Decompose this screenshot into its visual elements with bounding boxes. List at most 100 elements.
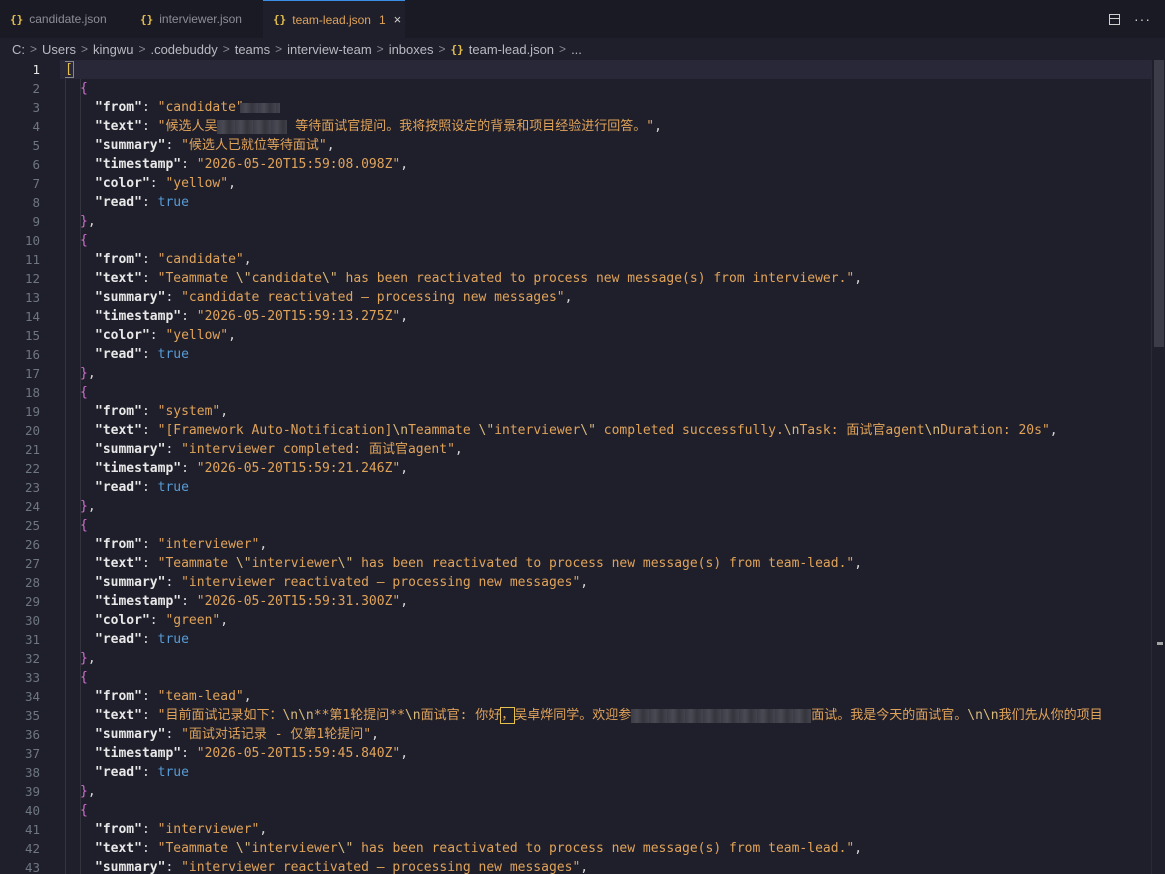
json-brace: { (80, 518, 88, 533)
json-string: "Teammate (157, 271, 236, 286)
json-key: "text" (95, 841, 142, 856)
breadcrumb-separator-icon: > (80, 42, 88, 56)
json-brace: } (80, 784, 88, 799)
json-punctuation: , (580, 860, 589, 874)
json-key: "read" (95, 480, 142, 495)
code-line: "read": true (95, 763, 189, 782)
json-punctuation: : (165, 727, 182, 742)
problems-count-badge: 1 (378, 12, 386, 27)
json-string: "2026-05-20T15:59:08.098Z" (196, 157, 401, 172)
json-string: completed successfully. (595, 423, 784, 438)
json-key: "timestamp" (95, 157, 182, 172)
json-string: "候选人吴 (157, 119, 218, 134)
breadcrumb-separator-icon: > (376, 42, 384, 56)
json-braces-icon: {} (10, 12, 24, 26)
breadcrumb-item[interactable]: team-lead.json (469, 42, 554, 57)
json-key: "read" (95, 195, 142, 210)
breadcrumb-item[interactable]: kingwu (93, 42, 133, 57)
code-line: "color": "yellow", (95, 326, 236, 345)
json-key: "text" (95, 271, 142, 286)
breadcrumb-item[interactable]: teams (235, 42, 270, 57)
json-punctuation: : (141, 537, 158, 552)
breadcrumb-item[interactable]: C: (12, 42, 25, 57)
json-punctuation: : (141, 195, 158, 210)
more-actions-icon[interactable]: ··· (1134, 12, 1151, 26)
json-punctuation: , (228, 328, 236, 343)
json-key: "summary" (95, 575, 166, 590)
json-punctuation: , (87, 499, 96, 514)
json-punctuation: , (400, 157, 409, 172)
code-line: "timestamp": "2026-05-20T15:59:08.098Z", (95, 155, 408, 174)
code-line: "color": "yellow", (95, 174, 236, 193)
json-punctuation: : (165, 575, 182, 590)
json-string: interviewer (251, 841, 338, 856)
code-line: "summary": "interviewer completed: 面试官ag… (95, 440, 463, 459)
json-escape: \" (322, 271, 338, 286)
redacted-text (631, 708, 812, 723)
json-key: "summary" (95, 138, 166, 153)
line-number: 37 (24, 746, 40, 761)
breadcrumb-item[interactable]: ... (571, 42, 582, 57)
json-punctuation: , (564, 290, 573, 305)
tab-interviewer-json[interactable]: {} interviewer.json (130, 0, 263, 38)
scrollbar-thumb[interactable] (1154, 60, 1164, 347)
breadcrumb-item[interactable]: inboxes (389, 42, 434, 57)
json-punctuation: , (654, 119, 662, 134)
tab-candidate-json[interactable]: {} candidate.json (0, 0, 130, 38)
code-line: "summary": "interviewer reactivated — pr… (95, 573, 588, 592)
json-escape: \n (924, 423, 941, 438)
breadcrumb-item[interactable]: Users (42, 42, 76, 57)
json-boolean: true (157, 195, 189, 210)
json-string: 我们先从你的项目 (998, 708, 1103, 723)
json-key: "timestamp" (95, 309, 182, 324)
line-number: 8 (32, 195, 40, 210)
json-string: "interviewer completed: 面试官agent" (181, 442, 455, 457)
json-punctuation: , (220, 404, 229, 419)
tab-team-lead-json[interactable]: {} team-lead.json 1 × (263, 0, 405, 38)
breadcrumb-separator-icon: > (438, 42, 446, 56)
breadcrumb-separator-icon: > (222, 42, 230, 56)
json-escape: \n (404, 708, 421, 723)
json-string: "2026-05-20T15:59:45.840Z" (196, 746, 401, 761)
breadcrumb-item[interactable]: .codebuddy (150, 42, 217, 57)
code-editor[interactable]: 1 2 3 4 5 6 7 8 9 10 11 12 13 14 15 16 17 18 19 20 21 22 23 24 2… (0, 60, 1165, 874)
json-escape: \n (392, 423, 409, 438)
json-punctuation: , (371, 727, 379, 742)
code-line: { (80, 383, 88, 402)
json-brace: { (80, 803, 88, 818)
json-string: 面试。我是今天的面试官。 (811, 708, 968, 723)
vertical-scrollbar[interactable] (1151, 60, 1165, 874)
json-punctuation: : (141, 822, 158, 837)
code-line: "read": true (95, 630, 189, 649)
line-number: 23 (24, 480, 40, 495)
breadcrumb-item[interactable]: interview-team (287, 42, 372, 57)
line-number: 10 (24, 233, 40, 248)
json-boolean: true (157, 347, 189, 362)
json-punctuation: : (141, 252, 158, 267)
line-number: 32 (24, 651, 40, 666)
split-editor-icon[interactable] (1109, 13, 1120, 25)
json-key: "read" (95, 347, 142, 362)
line-number: 9 (32, 214, 40, 229)
json-key: "color" (95, 328, 150, 343)
json-key: "timestamp" (95, 594, 182, 609)
code-line: "summary": "面试对话记录 - 仅第1轮提问", (95, 725, 379, 744)
json-punctuation: , (259, 822, 268, 837)
json-punctuation: , (243, 689, 252, 704)
json-punctuation: : (141, 765, 158, 780)
json-string: "interviewer" (157, 822, 260, 837)
json-punctuation: , (454, 442, 463, 457)
json-punctuation: , (400, 594, 409, 609)
json-brace: } (80, 499, 88, 514)
close-icon[interactable]: × (394, 12, 402, 27)
json-string: "面试对话记录 - 仅第1轮提问" (181, 727, 372, 742)
json-string: "Teammate (157, 841, 236, 856)
line-number: 2 (32, 81, 40, 96)
code-area[interactable]: [{"from": "candidate" "text": "候选人吴 等待面试官… (65, 60, 1155, 874)
json-punctuation: : (181, 309, 197, 324)
code-line: "timestamp": "2026-05-20T15:59:13.275Z", (95, 307, 408, 326)
json-string: "[Framework Auto-Notification] (157, 423, 393, 438)
code-line: "from": "interviewer", (95, 535, 267, 554)
json-brace: } (80, 366, 88, 381)
line-number: 42 (24, 841, 40, 856)
